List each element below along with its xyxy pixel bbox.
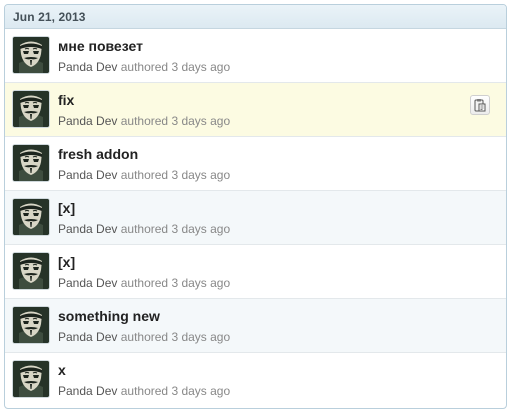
commit-author-link[interactable]: Panda Dev [58, 222, 117, 236]
commit-meta: Panda Dev authored 3 days ago [58, 168, 230, 182]
author-avatar[interactable] [13, 307, 49, 343]
commit-time: 3 days ago [171, 330, 231, 344]
commit-time: 3 days ago [171, 384, 231, 398]
author-avatar[interactable] [13, 253, 49, 289]
commit-group-date: Jun 21, 2013 [13, 9, 86, 24]
commit-row[interactable]: x Panda Dev authored 3 days ago [5, 353, 506, 405]
masked-avatar-icon [13, 91, 49, 127]
author-avatar[interactable] [13, 199, 49, 235]
masked-avatar-icon [13, 307, 49, 343]
author-avatar[interactable] [13, 145, 49, 181]
commit-authored-label: authored [120, 276, 169, 290]
masked-avatar-icon [13, 253, 49, 289]
commit-authored-label: authored [120, 384, 169, 398]
commit-message-link[interactable]: fix [58, 92, 74, 108]
commit-authored-label: authored [120, 60, 169, 74]
commit-time: 3 days ago [171, 168, 231, 182]
commit-time: 3 days ago [171, 114, 231, 128]
commit-meta: Panda Dev authored 3 days ago [58, 276, 230, 290]
commit-author-link[interactable]: Panda Dev [58, 168, 117, 182]
commit-author-link[interactable]: Panda Dev [58, 330, 117, 344]
commit-list: мне повезет Panda Dev authored 3 days ag… [5, 29, 506, 405]
commit-time: 3 days ago [171, 222, 231, 236]
commit-authored-label: authored [120, 168, 169, 182]
commit-row[interactable]: something new Panda Dev authored 3 days … [5, 299, 506, 353]
commit-meta: Panda Dev authored 3 days ago [58, 222, 230, 236]
commit-row[interactable]: fix Panda Dev authored 3 days ago [5, 83, 506, 137]
commit-message-link[interactable]: something new [58, 308, 160, 324]
commit-meta: Panda Dev authored 3 days ago [58, 114, 230, 128]
commit-message-link[interactable]: [x] [58, 254, 75, 270]
masked-avatar-icon [13, 145, 49, 181]
commit-author-link[interactable]: Panda Dev [58, 276, 117, 290]
commit-message-link[interactable]: x [58, 362, 66, 378]
commit-row[interactable]: [x] Panda Dev authored 3 days ago [5, 191, 506, 245]
commit-authored-label: authored [120, 222, 169, 236]
masked-avatar-icon [13, 199, 49, 235]
commit-meta: Panda Dev authored 3 days ago [58, 384, 230, 398]
commit-group-header: Jun 21, 2013 [5, 5, 506, 29]
commit-message-link[interactable]: fresh addon [58, 146, 138, 162]
commit-meta: Panda Dev authored 3 days ago [58, 60, 230, 74]
commit-authored-label: authored [120, 114, 169, 128]
commit-meta: Panda Dev authored 3 days ago [58, 330, 230, 344]
commit-author-link[interactable]: Panda Dev [58, 114, 117, 128]
commit-group: Jun 21, 2013 мне повезет Panda Dev autho… [4, 4, 507, 409]
commit-author-link[interactable]: Panda Dev [58, 384, 117, 398]
commit-time: 3 days ago [171, 60, 231, 74]
commit-row[interactable]: [x] Panda Dev authored 3 days ago [5, 245, 506, 299]
copy-sha-button[interactable] [470, 95, 490, 115]
author-avatar[interactable] [13, 37, 49, 73]
commit-time: 3 days ago [171, 276, 231, 290]
commit-message-link[interactable]: [x] [58, 200, 75, 216]
commit-row[interactable]: мне повезет Panda Dev authored 3 days ag… [5, 29, 506, 83]
commit-authored-label: authored [120, 330, 169, 344]
commit-author-link[interactable]: Panda Dev [58, 60, 117, 74]
masked-avatar-icon [13, 37, 49, 73]
masked-avatar-icon [13, 361, 49, 397]
author-avatar[interactable] [13, 91, 49, 127]
commit-message-link[interactable]: мне повезет [58, 38, 143, 54]
author-avatar[interactable] [13, 361, 49, 397]
clipboard-copy-icon [474, 99, 486, 112]
commit-row[interactable]: fresh addon Panda Dev authored 3 days ag… [5, 137, 506, 191]
